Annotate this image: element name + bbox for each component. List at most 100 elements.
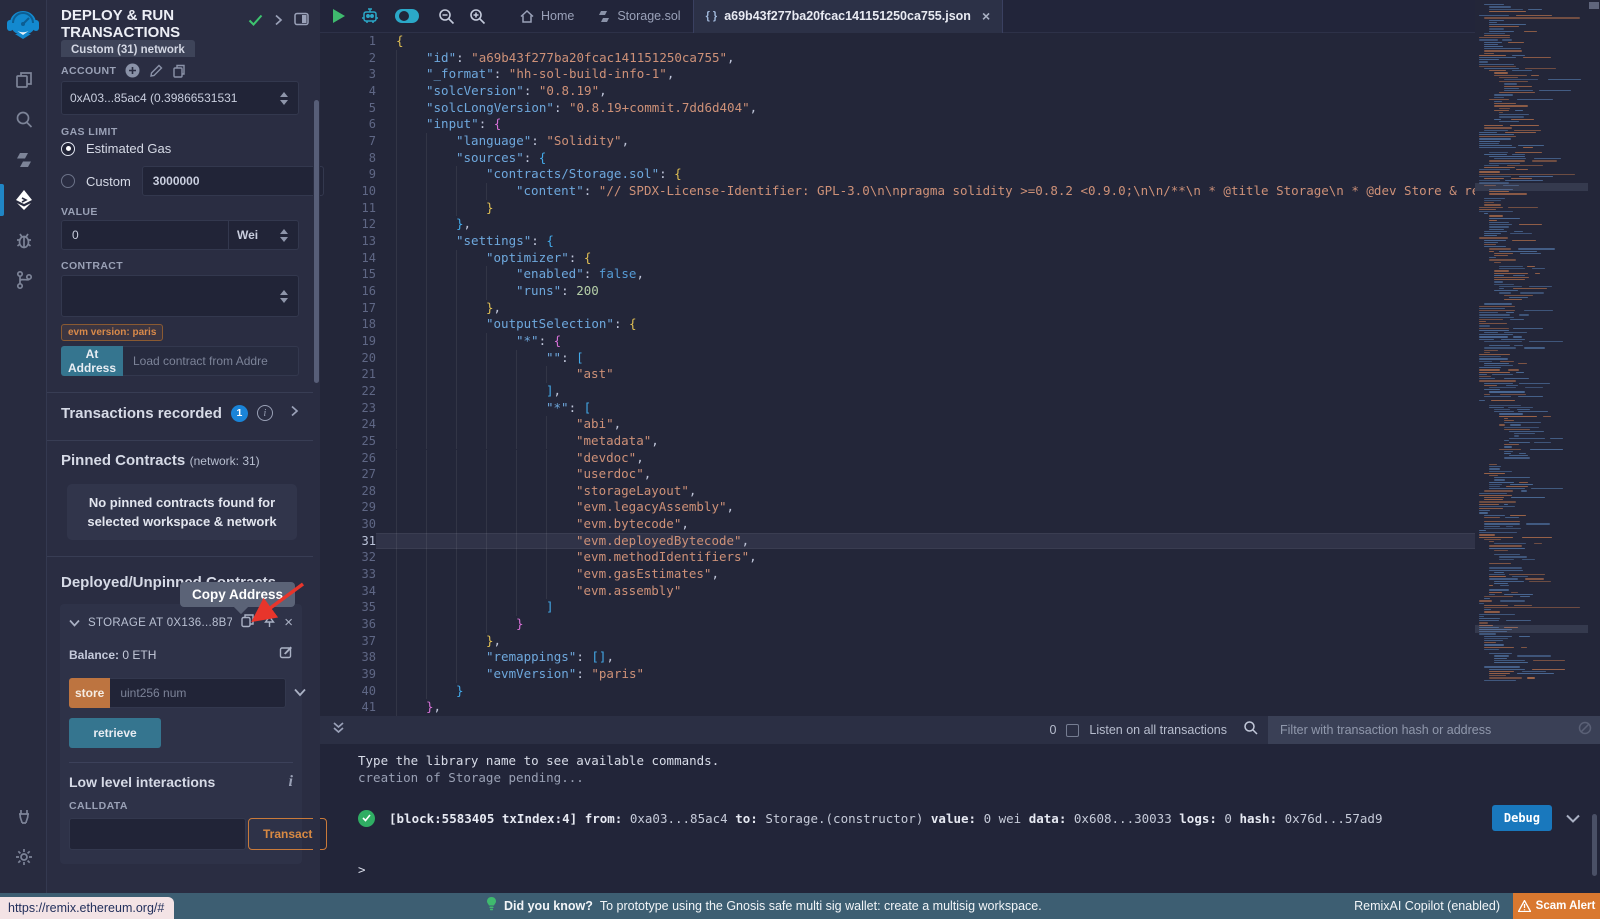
load-contract-input[interactable] xyxy=(123,346,299,376)
code-line[interactable]: 26"devdoc", xyxy=(320,450,1600,467)
copy-address-icon[interactable] xyxy=(240,613,255,633)
estimated-gas-radio[interactable] xyxy=(61,142,75,156)
listen-checkbox[interactable] xyxy=(1066,724,1079,737)
zoom-out-icon[interactable] xyxy=(438,8,455,25)
terminal-scrollbar[interactable] xyxy=(1592,814,1597,876)
panel-scrollbar[interactable] xyxy=(313,0,320,893)
transaction-log-row[interactable]: [block:5583405 txIndex:4] from: 0xa03...… xyxy=(358,802,1580,834)
code-line[interactable]: 28"storageLayout", xyxy=(320,483,1600,500)
expand-terminal-icon[interactable] xyxy=(332,721,345,740)
code-line[interactable]: 10"content": "// SPDX-License-Identifier… xyxy=(320,183,1600,200)
store-arg-input[interactable] xyxy=(110,678,286,708)
transactions-expand-icon[interactable] xyxy=(290,404,299,422)
search-icon[interactable] xyxy=(0,100,47,140)
code-line[interactable]: 39"evmVersion": "paris" xyxy=(320,666,1600,683)
calldata-input[interactable] xyxy=(69,818,246,850)
plugin-manager-icon[interactable] xyxy=(0,797,47,837)
code-line[interactable]: 4"solcVersion": "0.8.19", xyxy=(320,83,1600,100)
code-line[interactable]: 16"runs": 200 xyxy=(320,283,1600,300)
side-panel-toggle-icon[interactable] xyxy=(294,12,309,31)
code-line[interactable]: 35] xyxy=(320,599,1600,616)
terminal-search-icon[interactable] xyxy=(1243,720,1258,740)
code-line[interactable]: 3"_format": "hh-sol-build-info-1", xyxy=(320,66,1600,83)
code-line[interactable]: 19"*": { xyxy=(320,333,1600,350)
edit-balance-icon[interactable] xyxy=(279,645,293,664)
contract-stepper-icon[interactable] xyxy=(280,290,290,303)
code-line[interactable]: 25"metadata", xyxy=(320,433,1600,450)
zoom-in-icon[interactable] xyxy=(469,8,486,25)
tab-home[interactable]: Home xyxy=(508,0,586,33)
file-explorer-icon[interactable] xyxy=(0,60,47,100)
store-function-button[interactable]: store xyxy=(69,678,110,708)
transactions-info-icon[interactable]: i xyxy=(257,405,273,421)
code-line[interactable]: 15"enabled": false, xyxy=(320,266,1600,283)
edit-account-icon[interactable] xyxy=(149,64,163,78)
settings-gear-icon[interactable] xyxy=(0,837,47,877)
code-line[interactable]: 29"evm.legacyAssembly", xyxy=(320,499,1600,516)
code-line[interactable]: 1{ xyxy=(320,33,1600,50)
copilot-toggle-icon[interactable] xyxy=(394,8,420,24)
remix-logo-icon[interactable] xyxy=(6,8,40,42)
code-line[interactable]: 22], xyxy=(320,383,1600,400)
custom-gas-radio[interactable] xyxy=(61,174,75,188)
close-contract-icon[interactable]: × xyxy=(284,618,293,628)
debugger-icon[interactable] xyxy=(0,220,47,260)
code-line[interactable]: 21"ast" xyxy=(320,366,1600,383)
clear-filter-icon[interactable] xyxy=(1578,721,1592,740)
code-line[interactable]: 30"evm.bytecode", xyxy=(320,516,1600,533)
terminal[interactable]: Type the library name to see available c… xyxy=(320,744,1600,893)
deploy-run-icon[interactable] xyxy=(0,180,47,220)
custom-gas-input[interactable] xyxy=(142,166,324,196)
value-unit-stepper-icon[interactable] xyxy=(280,229,290,242)
value-input[interactable] xyxy=(61,220,229,250)
code-line[interactable]: 38"remappings": [], xyxy=(320,649,1600,666)
filter-input[interactable] xyxy=(1268,723,1600,737)
code-line[interactable]: 11} xyxy=(320,200,1600,217)
store-expand-chevron-icon[interactable] xyxy=(294,684,306,702)
value-unit-select[interactable]: Wei xyxy=(229,220,299,250)
retrieve-function-button[interactable]: retrieve xyxy=(69,718,161,748)
git-icon[interactable] xyxy=(0,260,47,300)
code-line[interactable]: 6"input": { xyxy=(320,116,1600,133)
code-line[interactable]: 14"optimizer": { xyxy=(320,250,1600,267)
code-line[interactable]: 2"id": "a69b43f277ba20fcac141151250ca755… xyxy=(320,50,1600,67)
copy-account-icon[interactable] xyxy=(172,64,186,78)
code-line[interactable]: 33"evm.gasEstimates", xyxy=(320,566,1600,583)
code-line[interactable]: 18"outputSelection": { xyxy=(320,316,1600,333)
editor-scrollbar[interactable] xyxy=(1588,0,1600,716)
pin-contract-icon[interactable] xyxy=(263,613,276,633)
solidity-compiler-icon[interactable] xyxy=(0,140,47,180)
pin-panel-chevron-icon[interactable] xyxy=(274,13,283,31)
low-level-info-icon[interactable]: i xyxy=(289,773,293,791)
close-tab-icon[interactable]: × xyxy=(982,8,990,24)
code-line[interactable]: 17}, xyxy=(320,300,1600,317)
copilot-status[interactable]: RemixAI Copilot (enabled) xyxy=(1354,899,1500,913)
add-account-icon[interactable] xyxy=(125,63,140,78)
code-line[interactable]: 40} xyxy=(320,683,1600,700)
code-line[interactable]: 27"userdoc", xyxy=(320,466,1600,483)
code-line[interactable]: 41}, xyxy=(320,699,1600,716)
tx-expand-chevron-icon[interactable] xyxy=(1566,811,1580,826)
code-line[interactable]: 8"sources": { xyxy=(320,150,1600,167)
contract-select[interactable] xyxy=(61,275,299,317)
minimap[interactable] xyxy=(1475,0,1588,716)
run-script-icon[interactable] xyxy=(332,8,346,24)
code-line[interactable]: 13"settings": { xyxy=(320,233,1600,250)
debug-button[interactable]: Debug xyxy=(1492,805,1552,831)
tab-build-info-json[interactable]: { } a69b43f277ba20fcac141151250ca755.jso… xyxy=(693,0,1004,33)
code-line[interactable]: 5"solcLongVersion": "0.8.19+commit.7dd6d… xyxy=(320,100,1600,117)
at-address-button[interactable]: At Address xyxy=(61,346,123,376)
code-line[interactable]: 24"abi", xyxy=(320,416,1600,433)
code-line[interactable]: 9"contracts/Storage.sol": { xyxy=(320,166,1600,183)
code-line[interactable]: 36} xyxy=(320,616,1600,633)
code-line[interactable]: 37}, xyxy=(320,633,1600,650)
code-line[interactable]: 34"evm.assembly" xyxy=(320,583,1600,600)
scam-alert-button[interactable]: Scam Alert xyxy=(1513,893,1600,919)
ai-assistant-robot-icon[interactable] xyxy=(360,7,380,25)
code-line[interactable]: 31"evm.deployedBytecode", xyxy=(320,533,1600,550)
code-editor[interactable]: 1{2"id": "a69b43f277ba20fcac141151250ca7… xyxy=(320,33,1600,716)
code-line[interactable]: 32"evm.methodIdentifiers", xyxy=(320,549,1600,566)
account-stepper-icon[interactable] xyxy=(280,92,290,105)
contract-collapse-chevron-icon[interactable] xyxy=(69,614,80,632)
code-line[interactable]: 23"*": [ xyxy=(320,400,1600,417)
